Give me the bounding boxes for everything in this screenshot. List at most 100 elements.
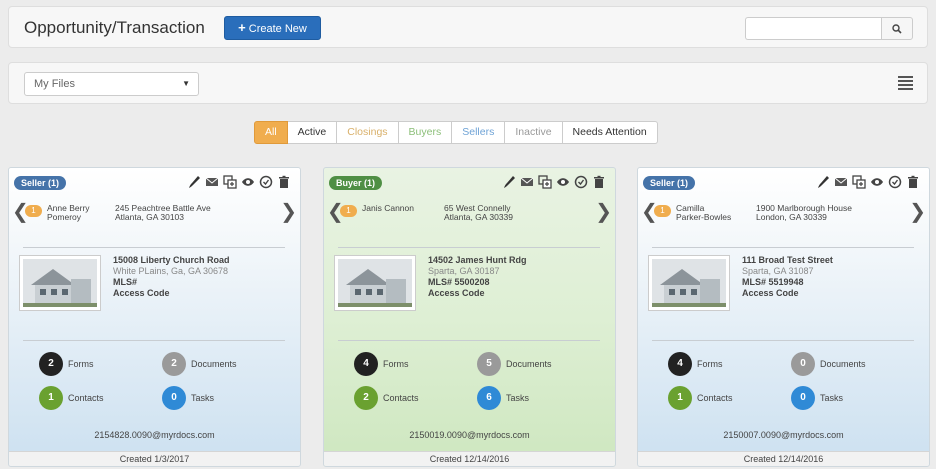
search-button[interactable] [881,17,913,40]
property-info: 15008 Liberty Church Road White PLains, … [113,255,230,299]
property-photo[interactable] [648,255,730,311]
contact-count-badge: 1 [340,205,357,217]
documents-label: Documents [820,359,866,369]
divider [652,340,914,341]
next-contact-arrow[interactable]: ❯ [909,202,926,222]
contact-name[interactable]: Janis Cannon [362,204,414,213]
tasks-stat[interactable]: 0 Tasks [162,386,214,410]
eye-icon[interactable] [556,175,570,189]
property-street[interactable]: 15008 Liberty Church Road [113,255,230,266]
house-image [338,259,412,307]
next-contact-arrow[interactable]: ❯ [280,202,297,222]
edit-icon[interactable] [502,175,516,189]
files-select[interactable]: My Files ▼ [24,72,199,96]
contact-address-line-2: Atlanta, GA 30103 [115,212,184,222]
contacts-stat[interactable]: 1 Contacts [39,386,104,410]
contact-address-line-2: Atlanta, GA 30339 [444,212,513,222]
property-photo[interactable] [334,255,416,311]
documents-stat[interactable]: 2 Documents [162,352,237,376]
list-view-icon[interactable] [898,76,913,90]
forms-stat[interactable]: 4 Forms [354,352,409,376]
contact-name-line-1: Janis Cannon [362,203,414,213]
property-info: 14502 James Hunt Rdg Sparta, GA 30187 ML… [428,255,527,299]
tab-inactive[interactable]: Inactive [505,121,563,144]
tab-active[interactable]: Active [287,121,338,144]
property-info: 111 Broad Test Street Sparta, GA 31087 M… [742,255,833,299]
card-email[interactable]: 2150019.0090@myrdocs.com [324,430,615,440]
eye-icon[interactable] [870,175,884,189]
tasks-label: Tasks [820,393,844,403]
contacts-count: 1 [668,386,692,410]
property-city: Sparta, GA 30187 [428,266,500,276]
documents-count: 5 [477,352,501,376]
clock-check-icon[interactable] [259,175,273,189]
property-access-code: Access Code [113,288,170,298]
contact-name[interactable]: Camilla Parker-Bowles [676,204,731,222]
forms-count: 2 [39,352,63,376]
tab-needs-attention[interactable]: Needs Attention [562,121,658,144]
card-email[interactable]: 2154828.0090@myrdocs.com [9,430,300,440]
page-title: Opportunity/Transaction [24,18,205,37]
contacts-stat[interactable]: 2 Contacts [354,386,419,410]
caret-down-icon: ▼ [182,79,190,88]
copy-icon[interactable] [223,175,237,189]
trash-icon[interactable] [906,175,920,189]
tasks-stat[interactable]: 6 Tasks [477,386,529,410]
contacts-count: 1 [39,386,63,410]
tasks-count: 0 [791,386,815,410]
property-mls: MLS# 5519948 [742,277,804,287]
documents-stat[interactable]: 0 Documents [791,352,866,376]
contact-address: 245 Peachtree Battle Ave Atlanta, GA 301… [115,204,211,222]
envelope-icon[interactable] [520,175,534,189]
documents-stat[interactable]: 5 Documents [477,352,552,376]
copy-icon[interactable] [852,175,866,189]
search-input[interactable] [745,17,881,40]
eye-icon[interactable] [241,175,255,189]
envelope-icon[interactable] [205,175,219,189]
property-street[interactable]: 14502 James Hunt Rdg [428,255,527,266]
edit-icon[interactable] [816,175,830,189]
plus-icon: + [238,20,246,35]
property-street[interactable]: 111 Broad Test Street [742,255,833,266]
contact-count-badge: 1 [25,205,42,217]
property-mls: MLS# [113,277,138,287]
card-actions [502,175,606,189]
contact-name[interactable]: Anne Berry Pomeroy [47,204,90,222]
contacts-label: Contacts [697,393,733,403]
trash-icon[interactable] [277,175,291,189]
role-badge: Buyer (1) [329,176,383,190]
envelope-icon[interactable] [834,175,848,189]
tab-sellers[interactable]: Sellers [452,121,506,144]
filter-bar: My Files ▼ [8,62,928,104]
divider [23,247,285,248]
clock-check-icon[interactable] [574,175,588,189]
search-icon [892,24,902,34]
edit-icon[interactable] [187,175,201,189]
transaction-card-3: Seller (1) ❮ ❯ 1 Camilla Parker-Bowles 1… [637,167,930,467]
tab-all[interactable]: All [254,121,288,144]
contact-address: 65 West Connelly Atlanta, GA 30339 [444,204,513,222]
property-photo[interactable] [19,255,101,311]
property-city: Sparta, GA 31087 [742,266,814,276]
copy-icon[interactable] [538,175,552,189]
tasks-stat[interactable]: 0 Tasks [791,386,843,410]
transaction-card-2: Buyer (1) ❮ ❯ 1 Janis Cannon 65 West Con… [323,167,616,467]
divider [338,247,600,248]
clock-check-icon[interactable] [888,175,902,189]
documents-label: Documents [191,359,237,369]
card-email[interactable]: 2150007.0090@myrdocs.com [638,430,929,440]
next-contact-arrow[interactable]: ❯ [595,202,612,222]
forms-label: Forms [697,359,723,369]
transaction-card-1: Seller (1) ❮ ❯ 1 Anne Berry Pomeroy 245 … [8,167,301,467]
contacts-stat[interactable]: 1 Contacts [668,386,733,410]
tab-closings[interactable]: Closings [337,121,399,144]
documents-count: 2 [162,352,186,376]
forms-stat[interactable]: 2 Forms [39,352,94,376]
create-new-button[interactable]: + Create New [224,16,321,40]
tab-buyers[interactable]: Buyers [398,121,453,144]
trash-icon[interactable] [592,175,606,189]
contact-name-line-2: Parker-Bowles [676,212,732,222]
forms-stat[interactable]: 4 Forms [668,352,723,376]
documents-count: 0 [791,352,815,376]
forms-label: Forms [383,359,409,369]
